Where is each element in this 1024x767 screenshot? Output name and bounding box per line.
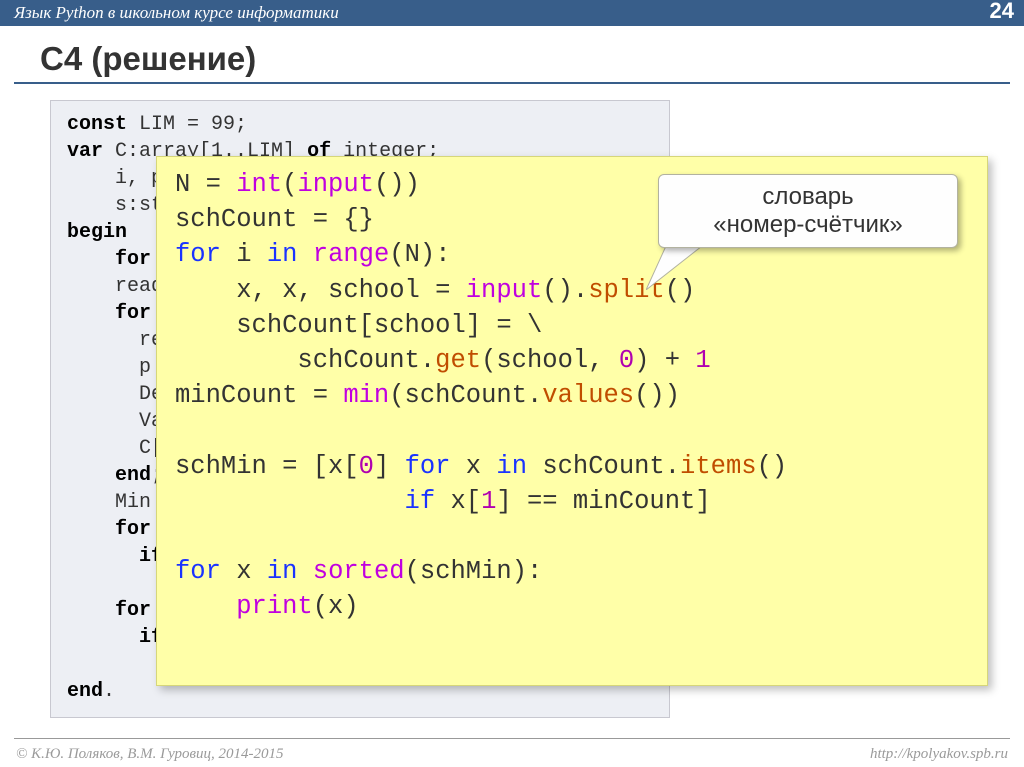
course-title: Язык Python в школьном курсе информатики [14, 3, 339, 23]
slide-canvas: const LIM = 99;var C:array[1..LIM] of in… [40, 96, 1024, 726]
footer-divider [14, 738, 1010, 739]
footer-url: http://kpolyakov.spb.ru [870, 746, 1008, 763]
footer: © К.Ю. Поляков, В.М. Гуровиц, 2014-2015 … [0, 746, 1024, 763]
footer-copyright: © К.Ю. Поляков, В.М. Гуровиц, 2014-2015 [16, 746, 284, 763]
top-bar: Язык Python в школьном курсе информатики… [0, 0, 1024, 26]
callout-line1: словарь [665, 183, 951, 211]
slide-title: C4 (решение) [40, 40, 1024, 78]
callout-line2: «номер-счётчик» [665, 211, 951, 239]
title-divider [14, 82, 1010, 84]
callout-label: словарь «номер-счётчик» [658, 174, 958, 248]
page-number: 24 [990, 0, 1014, 24]
